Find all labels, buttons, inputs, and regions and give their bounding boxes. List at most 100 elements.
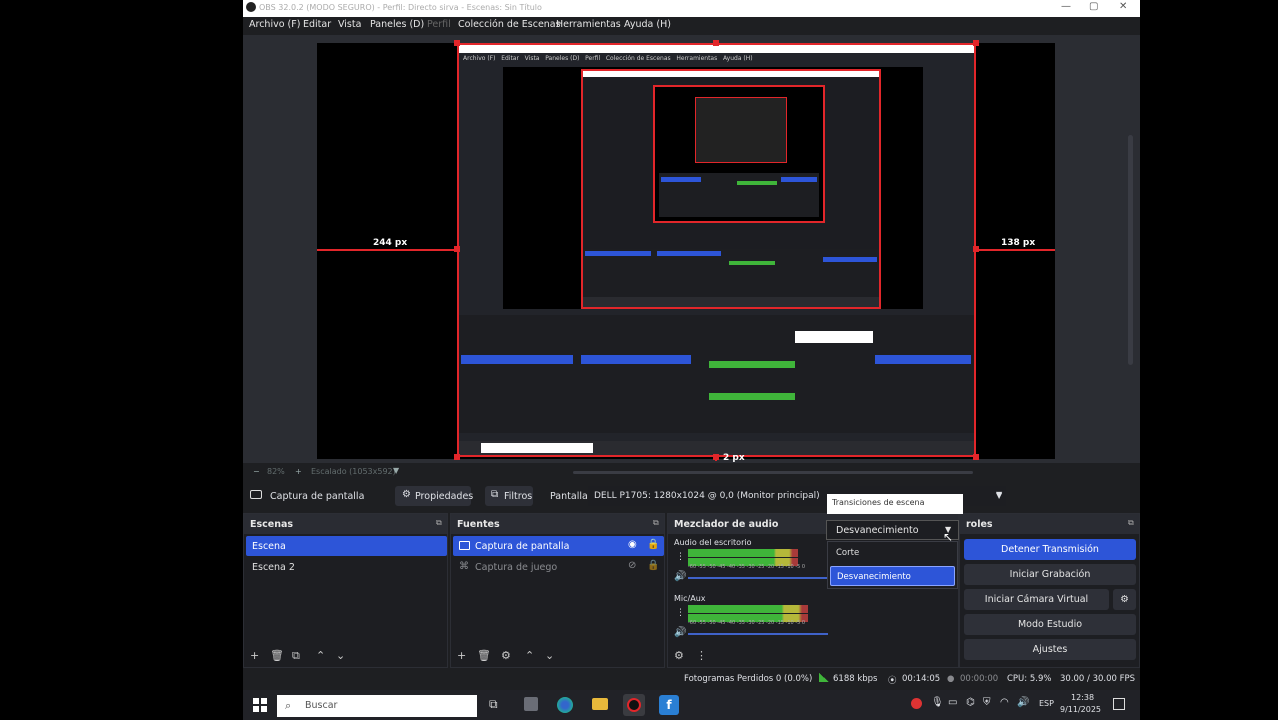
app-f-icon[interactable]: f	[659, 695, 679, 715]
filters-button[interactable]: ⧉ Filtros	[485, 486, 533, 506]
stop-stream-button[interactable]: Detener Transmisión	[964, 539, 1136, 560]
taskbar-search[interactable]: ⌕ Buscar	[277, 695, 477, 717]
sources-header: Fuentes	[451, 514, 664, 534]
source-item-game-capture[interactable]: ⌘ Captura de juego ⊘ 🔒	[453, 557, 664, 577]
studio-mode-button[interactable]: Modo Estudio	[964, 614, 1136, 635]
captured-screen-source[interactable]: Archivo (F) Editar Vista Paneles (D) Per…	[457, 43, 976, 457]
speaker-icon[interactable]: 🔊	[674, 571, 686, 582]
minimize-button[interactable]: —	[1061, 1, 1071, 12]
dropped-frames: Fotogramas Perdidos 0 (0.0%)	[684, 674, 813, 684]
clock-date[interactable]: 9/11/2025	[1060, 705, 1101, 714]
gear-icon[interactable]: ⚙	[501, 649, 511, 662]
scene-item-escena[interactable]: Escena	[246, 536, 447, 556]
menu-paneles[interactable]: Paneles (D)	[370, 19, 424, 30]
virtual-camera-settings-button[interactable]: ⚙	[1113, 589, 1136, 610]
eye-hidden-icon[interactable]: ⊘	[628, 560, 636, 571]
cpu-usage: CPU: 5.9%	[1007, 674, 1052, 684]
more-options-icon[interactable]: ⋮	[676, 552, 685, 562]
transition-option-corte[interactable]: Corte	[830, 544, 955, 562]
window-title: OBS 32.0.2 (MODO SEGURO) - Perfil: Direc…	[259, 3, 542, 12]
monitor-icon[interactable]: ▭	[948, 697, 957, 708]
language-indicator[interactable]: ESP	[1039, 699, 1054, 708]
source-item-screen-capture[interactable]: Captura de pantalla ◉ 🔒	[453, 536, 664, 556]
menu-coleccion-escenas[interactable]: Colección de Escenas	[458, 19, 561, 30]
maximize-button[interactable]: ▢	[1089, 1, 1098, 12]
add-icon[interactable]: +	[457, 649, 466, 662]
menu-editar[interactable]: Editar	[303, 19, 331, 30]
notifications-icon[interactable]	[1113, 698, 1125, 710]
transition-select-value: Desvanecimiento	[836, 525, 919, 536]
scale-dropdown-icon[interactable]: ▼	[393, 466, 399, 475]
dock-undock-icon[interactable]: ⧉	[1128, 518, 1134, 528]
preview-scrollbar[interactable]	[1128, 135, 1133, 365]
volume-icon[interactable]: 🔊	[1017, 697, 1029, 708]
gear-icon[interactable]: ⚙	[674, 649, 684, 662]
resize-handle-br[interactable]	[973, 454, 979, 460]
eye-icon[interactable]: ◉	[628, 539, 637, 550]
filter-icon[interactable]: ⧉	[292, 649, 300, 663]
task-view-icon[interactable]: ⧉	[489, 697, 498, 712]
menu-ayuda[interactable]: Ayuda (H)	[624, 19, 671, 30]
microphone-icon[interactable]: 🎙	[931, 697, 944, 708]
resize-handle-t[interactable]	[713, 40, 719, 46]
settings-button[interactable]: Ajustes	[964, 639, 1136, 660]
volume-slider[interactable]	[688, 577, 828, 579]
meter-ticks: -60 -55 -50 -45 -40 -35 -30 -25 -20 -15 …	[688, 564, 806, 570]
arrow-down-icon[interactable]: ⌄	[545, 649, 554, 662]
file-explorer-icon[interactable]	[592, 698, 608, 710]
obs-window: OBS 32.0.2 (MODO SEGURO) - Perfil: Direc…	[243, 0, 1140, 720]
chevron-down-icon[interactable]: ▼	[996, 491, 1002, 500]
obs-taskbar-icon[interactable]	[623, 694, 645, 716]
arrow-down-icon[interactable]: ⌄	[336, 649, 345, 662]
menu-archivo[interactable]: Archivo (F)	[249, 19, 300, 30]
trash-icon[interactable]: 🗑	[270, 649, 284, 662]
wifi-icon[interactable]: ◠	[1000, 697, 1009, 708]
trash-icon[interactable]: 🗑	[477, 649, 491, 662]
dock-undock-icon[interactable]: ⧉	[653, 518, 659, 528]
resize-handle-tl[interactable]	[454, 40, 460, 46]
scale-label: Escalado (1053x592)	[311, 467, 396, 476]
virtual-camera-button[interactable]: Iniciar Cámara Virtual	[964, 589, 1109, 610]
network-icon[interactable]: ⌬	[966, 697, 975, 708]
preview-status-bar: − 82% + Escalado (1053x592) ▼	[243, 463, 1140, 481]
nested-meter-1	[709, 361, 795, 368]
preview-canvas[interactable]: Archivo (F) Editar Vista Paneles (D) Per…	[243, 35, 1140, 463]
horizontal-scrollbar[interactable]	[573, 471, 973, 474]
gear-icon: ⚙	[402, 489, 411, 500]
zoom-in-icon[interactable]: +	[295, 467, 302, 476]
security-icon[interactable]: ⛨	[983, 697, 991, 708]
arrow-up-icon[interactable]: ⌃	[525, 649, 534, 662]
menu-perfil[interactable]: Perfil	[427, 19, 451, 30]
properties-button[interactable]: ⚙ Propiedades	[395, 486, 473, 506]
add-icon[interactable]: +	[250, 649, 259, 662]
windows-start-icon[interactable]	[253, 698, 267, 712]
volume-slider[interactable]	[688, 633, 828, 635]
dock-undock-icon[interactable]: ⧉	[436, 518, 442, 528]
more-options-icon[interactable]: ⋮	[696, 649, 707, 662]
zoom-out-icon[interactable]: −	[253, 467, 260, 476]
nested-menu-bar: Archivo (F) Editar Vista Paneles (D) Per…	[463, 55, 753, 62]
menu-vista[interactable]: Vista	[338, 19, 361, 30]
lock-icon[interactable]: 🔒	[647, 560, 659, 571]
more-options-icon[interactable]: ⋮	[676, 608, 685, 618]
lock-icon[interactable]: 🔒	[647, 539, 659, 550]
resize-handle-b[interactable]	[713, 454, 719, 460]
tray-record-icon[interactable]	[911, 698, 922, 709]
speaker-icon[interactable]: 🔊	[674, 627, 686, 638]
resize-handle-r[interactable]	[973, 246, 979, 252]
clock-time[interactable]: 12:38	[1071, 693, 1094, 702]
monitor-icon	[459, 541, 470, 550]
scene-item-escena-2[interactable]: Escena 2	[246, 557, 447, 577]
transition-option-desvanecimiento[interactable]: Desvanecimiento	[830, 566, 955, 586]
resize-handle-tr[interactable]	[973, 40, 979, 46]
channel-name: Mic/Aux	[674, 594, 706, 603]
store-icon[interactable]	[524, 697, 538, 711]
resize-handle-l[interactable]	[454, 246, 460, 252]
edge-browser-icon[interactable]	[557, 697, 573, 713]
resize-handle-bl[interactable]	[454, 454, 460, 460]
arrow-up-icon[interactable]: ⌃	[316, 649, 325, 662]
start-recording-button[interactable]: Iniciar Grabación	[964, 564, 1136, 585]
menu-herramientas[interactable]: Herramientas	[556, 19, 621, 30]
transition-select[interactable]: Desvanecimiento ▼	[826, 520, 959, 540]
close-button[interactable]: ✕	[1119, 1, 1127, 12]
